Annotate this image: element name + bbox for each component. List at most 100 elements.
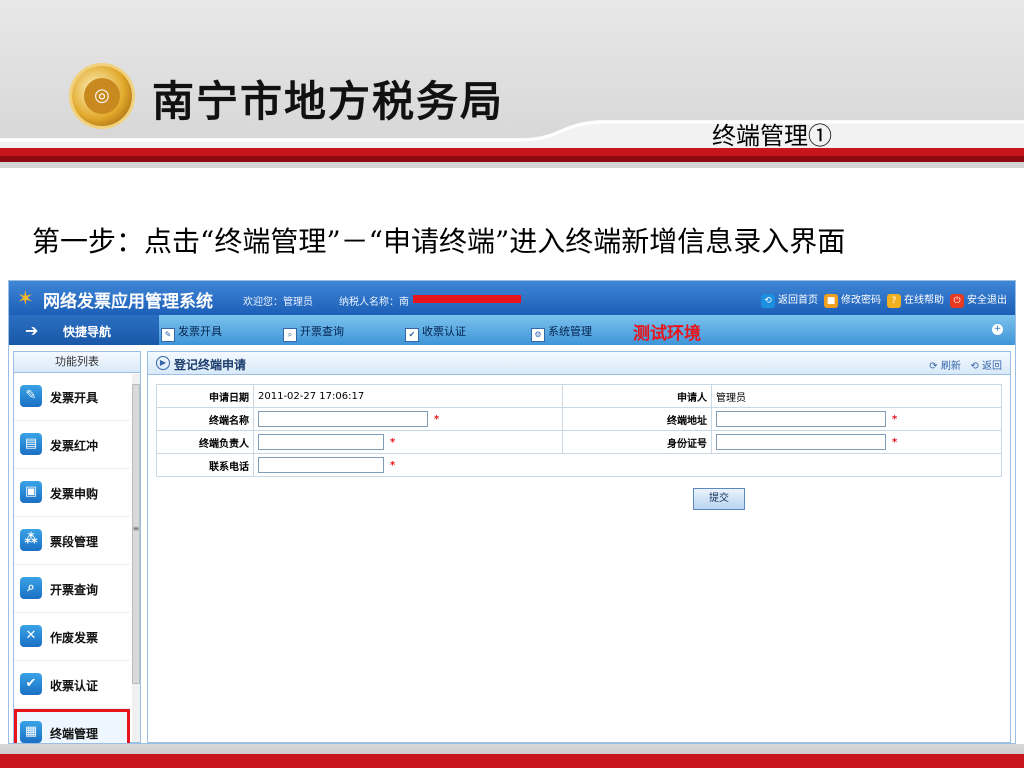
sidebar-item-label: 开票查询 — [50, 583, 99, 597]
sidebar-item-invoice-purchase[interactable]: ▣ 发票申购 — [14, 469, 130, 517]
change-password-link[interactable]: ■ 修改密码 — [824, 291, 881, 308]
submit-button[interactable]: 提交 — [693, 488, 745, 510]
sidebar-menu: ✎ 发票开具 ▤ 发票红冲 ▣ 发票申购 ⁂ 票段管理 ⌕ 开票查询 ✕ 作废发票 ✔ 收票认… — [14, 373, 130, 743]
form-row: 终端名称 * 终端地址 * — [156, 407, 1002, 431]
app-topbar: ✶ 网络发票应用管理系统 欢迎您：管理员 纳税人名称：南 ⟲ 返回首页 ■ 修改密码… — [9, 281, 1015, 315]
footer-red-band — [0, 754, 1024, 768]
terminal-owner-label: 终端负责人 — [156, 430, 254, 454]
emblem-icon: ◎ — [84, 78, 120, 114]
sidebar-item-label: 作废发票 — [50, 631, 99, 645]
terminal-icon: ▦ — [20, 721, 42, 743]
quick-nav[interactable]: ➔ 快捷导航 — [9, 315, 159, 345]
required-mark: * — [390, 460, 396, 471]
sidebar-item-invoice-query[interactable]: ⌕ 开票查询 — [14, 565, 130, 613]
slide-title: 终端管理① — [712, 122, 832, 150]
panel-title: 登记终端申请 — [174, 358, 247, 372]
check-icon: ✔ — [20, 673, 42, 695]
home-icon: ⟲ — [761, 294, 775, 308]
terminal-name-input[interactable] — [258, 411, 428, 427]
apply-date-value: 2011-02-27 17:06:17 — [253, 384, 563, 408]
search-doc-icon: ⌕ — [283, 328, 297, 342]
panel-actions: ⟳ 刷新 ⟲ 返回 — [929, 357, 1002, 372]
logout-link-label: 安全退出 — [967, 295, 1007, 306]
phone-cell: * — [253, 453, 1002, 477]
panel-header: ▶ 登记终端申请 ⟳ 刷新 ⟲ 返回 — [148, 352, 1010, 375]
redaction-bar — [413, 295, 521, 303]
edit-icon: ✎ — [161, 328, 175, 342]
required-mark: * — [892, 414, 898, 425]
main-panel: ▶ 登记终端申请 ⟳ 刷新 ⟲ 返回 申请日期 2011-02-27 17:06… — [147, 351, 1011, 743]
sidebar-item-label: 收票认证 — [50, 679, 99, 693]
grip-icon: ≡ — [132, 524, 140, 533]
void-icon: ✕ — [20, 625, 42, 647]
sidebar-scrollbar[interactable]: ≡ — [132, 374, 140, 742]
required-mark: * — [434, 414, 440, 425]
sidebar-item-label: 发票红冲 — [50, 439, 99, 453]
nav-receipt-verify-label: 收票认证 — [422, 325, 466, 338]
search-icon: ⌕ — [20, 577, 42, 599]
sidebar-item-label: 终端管理 — [50, 727, 99, 741]
form-row: 终端负责人 * 身份证号 * — [156, 430, 1002, 454]
form-row: 申请日期 2011-02-27 17:06:17 申请人 管理员 — [156, 384, 1002, 408]
nav-invoice-issue[interactable]: ✎ 发票开具 — [161, 323, 222, 342]
terminal-owner-cell: * — [253, 430, 563, 454]
verify-icon: ✔ — [405, 328, 419, 342]
nav-system-manage-label: 系统管理 — [548, 325, 592, 338]
nav-invoice-query-label: 开票查询 — [300, 325, 344, 338]
refresh-label: 刷新 — [940, 361, 961, 372]
nav-system-manage[interactable]: ⚙ 系统管理 — [531, 323, 592, 342]
nav-receipt-verify[interactable]: ✔ 收票认证 — [405, 323, 466, 342]
back-button[interactable]: ⟲ 返回 — [970, 361, 1002, 372]
sidebar-item-invoice-issue[interactable]: ✎ 发票开具 — [14, 373, 130, 421]
nav-invoice-query[interactable]: ⌕ 开票查询 — [283, 323, 344, 342]
back-icon: ⟲ — [970, 361, 979, 372]
quick-nav-label: 快捷导航 — [63, 325, 112, 339]
phone-input[interactable] — [258, 457, 384, 473]
test-environment-label: 测试环境 — [633, 324, 701, 344]
purchase-icon: ▣ — [20, 481, 42, 503]
refresh-button[interactable]: ⟳ 刷新 — [929, 361, 961, 372]
system-logo-icon: ✶ — [17, 286, 34, 310]
home-link-label: 返回首页 — [778, 295, 818, 306]
sidebar-item-label: 发票开具 — [50, 391, 99, 405]
sidebar-item-ticket-segment[interactable]: ⁂ 票段管理 — [14, 517, 130, 565]
app-navbar: ➔ 快捷导航 ✎ 发票开具 ⌕ 开票查询 ✔ 收票认证 ⚙ 系统管理 测试环境 + — [9, 315, 1015, 345]
required-mark: * — [892, 437, 898, 448]
tax-bureau-logo: ◎ — [72, 66, 132, 126]
sidebar-item-invoice-red[interactable]: ▤ 发票红冲 — [14, 421, 130, 469]
lock-icon: ■ — [824, 294, 838, 308]
function-sidebar: 功能列表 ✎ 发票开具 ▤ 发票红冲 ▣ 发票申购 ⁂ 票段管理 ⌕ 开票查询 ✕ 作废发票… — [13, 351, 141, 743]
help-icon: ? — [887, 294, 901, 308]
plus-icon[interactable]: + — [992, 324, 1003, 335]
change-password-label: 修改密码 — [841, 295, 881, 306]
terminal-address-input[interactable] — [716, 411, 886, 427]
sidebar-header: 功能列表 — [14, 352, 140, 373]
app-window: ✶ 网络发票应用管理系统 欢迎您：管理员 纳税人名称：南 ⟲ 返回首页 ■ 修改密码… — [8, 280, 1016, 744]
logout-link[interactable]: ⏻ 安全退出 — [950, 291, 1007, 308]
terminal-application-form: 申请日期 2011-02-27 17:06:17 申请人 管理员 终端名称 * … — [156, 384, 1002, 477]
sidebar-item-receipt-verify[interactable]: ✔ 收票认证 — [14, 661, 130, 709]
terminal-owner-input[interactable] — [258, 434, 384, 450]
arrow-right-icon: ➔ — [25, 321, 39, 340]
power-icon: ⏻ — [950, 294, 964, 308]
applicant-label: 申请人 — [562, 384, 712, 408]
phone-label: 联系电话 — [156, 453, 254, 477]
scrollbar-thumb[interactable] — [132, 384, 140, 684]
sidebar-item-void-invoice[interactable]: ✕ 作废发票 — [14, 613, 130, 661]
slide-footer — [0, 744, 1024, 768]
sidebar-item-label: 发票申购 — [50, 487, 99, 501]
id-number-label: 身份证号 — [562, 430, 712, 454]
required-mark: * — [390, 437, 396, 448]
invoice-edit-icon: ✎ — [20, 385, 42, 407]
applicant-value: 管理员 — [711, 384, 1002, 408]
help-link[interactable]: ? 在线帮助 — [887, 291, 944, 308]
id-number-cell: * — [711, 430, 1002, 454]
id-number-input[interactable] — [716, 434, 886, 450]
sidebar-item-terminal-manage[interactable]: ▦ 终端管理 — [14, 709, 130, 743]
network-icon: ⁂ — [20, 529, 42, 551]
home-link[interactable]: ⟲ 返回首页 — [761, 291, 818, 308]
sidebar-item-label: 票段管理 — [50, 535, 99, 549]
back-label: 返回 — [982, 361, 1002, 372]
help-link-label: 在线帮助 — [904, 295, 944, 306]
terminal-name-cell: * — [253, 407, 563, 431]
